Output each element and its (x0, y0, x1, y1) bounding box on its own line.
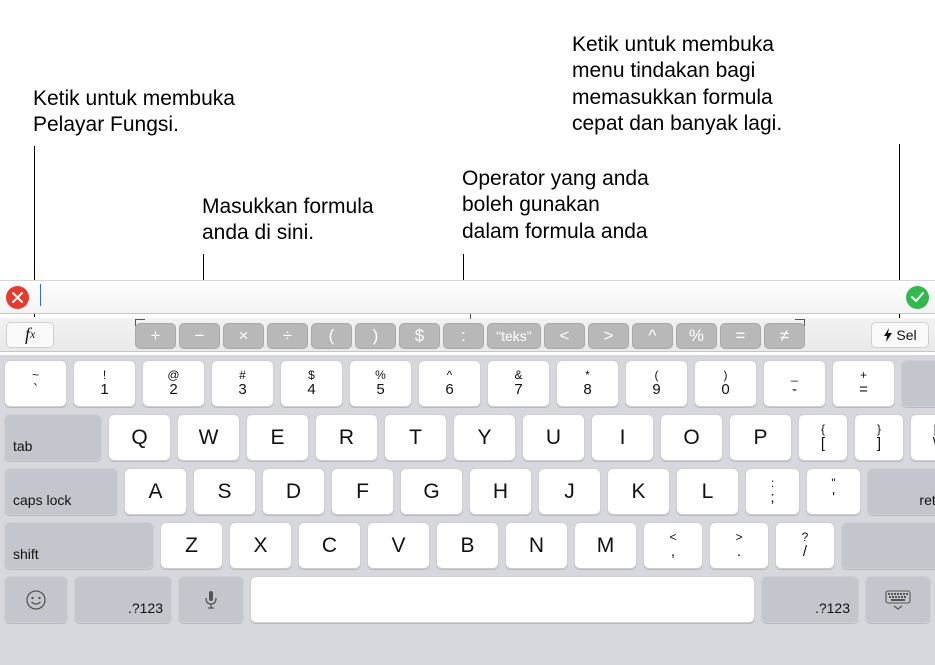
delete-key[interactable]: delete (901, 360, 935, 407)
key[interactable]: |\ (910, 414, 935, 461)
key[interactable]: X (229, 522, 292, 569)
key[interactable]: &7 (487, 360, 550, 407)
key[interactable]: A (124, 468, 187, 515)
key[interactable]: Y (453, 414, 516, 461)
key[interactable]: C (298, 522, 361, 569)
operator-key[interactable]: "teks" (487, 323, 541, 349)
key[interactable]: P (729, 414, 792, 461)
key[interactable]: M (574, 522, 637, 569)
keyboard-row-zxcv: shiftZXCVBNM<,>.?/shift (4, 522, 931, 569)
emoji-key[interactable] (4, 576, 68, 623)
key[interactable]: Q (108, 414, 171, 461)
key[interactable]: >. (709, 522, 769, 569)
return-key[interactable]: return (867, 468, 935, 515)
operator-key[interactable]: ÷ (267, 323, 308, 349)
operator-key[interactable]: $ (399, 323, 440, 349)
operator-key[interactable]: ≠ (764, 323, 805, 349)
key[interactable]: (9 (625, 360, 688, 407)
operator-group: +−×÷()$:"teks"<>^%=≠ (135, 321, 805, 349)
operator-key[interactable]: × (223, 323, 264, 349)
key[interactable]: <, (643, 522, 703, 569)
operator-key[interactable]: % (676, 323, 717, 349)
key[interactable]: *8 (556, 360, 619, 407)
keyboard-row-numbers: ~`!1@2#3$4%5^6&7*8(9)0_-+=delete (4, 360, 931, 407)
formula-bar (0, 280, 935, 314)
formula-input[interactable] (35, 284, 900, 310)
key[interactable]: O (660, 414, 723, 461)
callout-fx: Ketik untuk membuka Pelayar Fungsi. (33, 86, 235, 139)
operator-key[interactable]: − (179, 323, 220, 349)
key[interactable]: ~` (4, 360, 67, 407)
key[interactable]: $4 (280, 360, 343, 407)
fx-button[interactable]: fx (6, 322, 54, 348)
key[interactable]: I (591, 414, 654, 461)
key[interactable]: #3 (211, 360, 274, 407)
accept-button[interactable] (906, 286, 929, 309)
key[interactable]: }] (854, 414, 904, 461)
shift-key-right[interactable]: shift (841, 522, 935, 569)
key[interactable]: F (331, 468, 394, 515)
key[interactable]: Z (160, 522, 223, 569)
key[interactable]: N (505, 522, 568, 569)
key[interactable]: {[ (798, 414, 848, 461)
key[interactable]: %5 (349, 360, 412, 407)
tab-key[interactable]: tab (4, 414, 102, 461)
operator-key[interactable]: + (135, 323, 176, 349)
key[interactable]: @2 (142, 360, 205, 407)
hide-keyboard-key[interactable] (865, 576, 931, 623)
keyboard-hide-icon (885, 590, 911, 610)
key[interactable]: D (262, 468, 325, 515)
key[interactable]: R (315, 414, 378, 461)
space-key[interactable] (250, 576, 755, 623)
key[interactable]: H (469, 468, 532, 515)
key[interactable]: ^6 (418, 360, 481, 407)
key[interactable]: )0 (694, 360, 757, 407)
keyboard-row-bottom: .?123 .?123 (4, 576, 931, 623)
formula-cursor (40, 284, 41, 306)
key[interactable]: J (538, 468, 601, 515)
callout-operators: Operator yang anda boleh gunakan dalam f… (462, 166, 649, 245)
keyboard-row-asdf: caps lockASDFGHJKL:;"'return (4, 468, 931, 515)
key[interactable]: "' (806, 468, 861, 515)
key[interactable]: U (522, 414, 585, 461)
key[interactable]: _- (763, 360, 826, 407)
keyboard: ~`!1@2#3$4%5^6&7*8(9)0_-+=delete tabQWER… (0, 355, 935, 665)
numsym-key-right[interactable]: .?123 (761, 576, 859, 623)
key[interactable]: += (832, 360, 895, 407)
key[interactable]: T (384, 414, 447, 461)
key[interactable]: S (193, 468, 256, 515)
operator-key[interactable]: ^ (632, 323, 673, 349)
key[interactable]: G (400, 468, 463, 515)
keyboard-row-qwerty: tabQWERTYUIOP{[}]|\ (4, 414, 931, 461)
callout-sel: Ketik untuk membuka menu tindakan bagi m… (572, 32, 782, 137)
shift-key-left[interactable]: shift (4, 522, 154, 569)
sel-button[interactable]: Sel (871, 322, 929, 348)
operator-key[interactable]: ) (355, 323, 396, 349)
operator-key[interactable]: = (720, 323, 761, 349)
mic-icon (204, 590, 218, 610)
key[interactable]: ?/ (775, 522, 835, 569)
operator-key[interactable]: ( (311, 323, 352, 349)
key[interactable]: V (367, 522, 430, 569)
dictation-key[interactable] (178, 576, 244, 623)
key[interactable]: B (436, 522, 499, 569)
key[interactable]: L (676, 468, 739, 515)
callout-formula: Masukkan formula anda di sini. (202, 194, 374, 247)
sel-label: Sel (896, 327, 916, 343)
operator-key[interactable]: : (443, 323, 484, 349)
key[interactable]: K (607, 468, 670, 515)
cancel-button[interactable] (6, 286, 29, 309)
capslock-key[interactable]: caps lock (4, 468, 118, 515)
numsym-key-left[interactable]: .?123 (74, 576, 172, 623)
lightning-icon (883, 328, 893, 342)
operator-key[interactable]: > (588, 323, 629, 349)
key[interactable]: W (177, 414, 240, 461)
emoji-icon (25, 589, 47, 611)
operator-key[interactable]: < (544, 323, 585, 349)
key[interactable]: :; (745, 468, 800, 515)
operator-toolbar: fx +−×÷()$:"teks"<>^%=≠ Sel (0, 318, 935, 352)
key[interactable]: E (246, 414, 309, 461)
key[interactable]: !1 (73, 360, 136, 407)
